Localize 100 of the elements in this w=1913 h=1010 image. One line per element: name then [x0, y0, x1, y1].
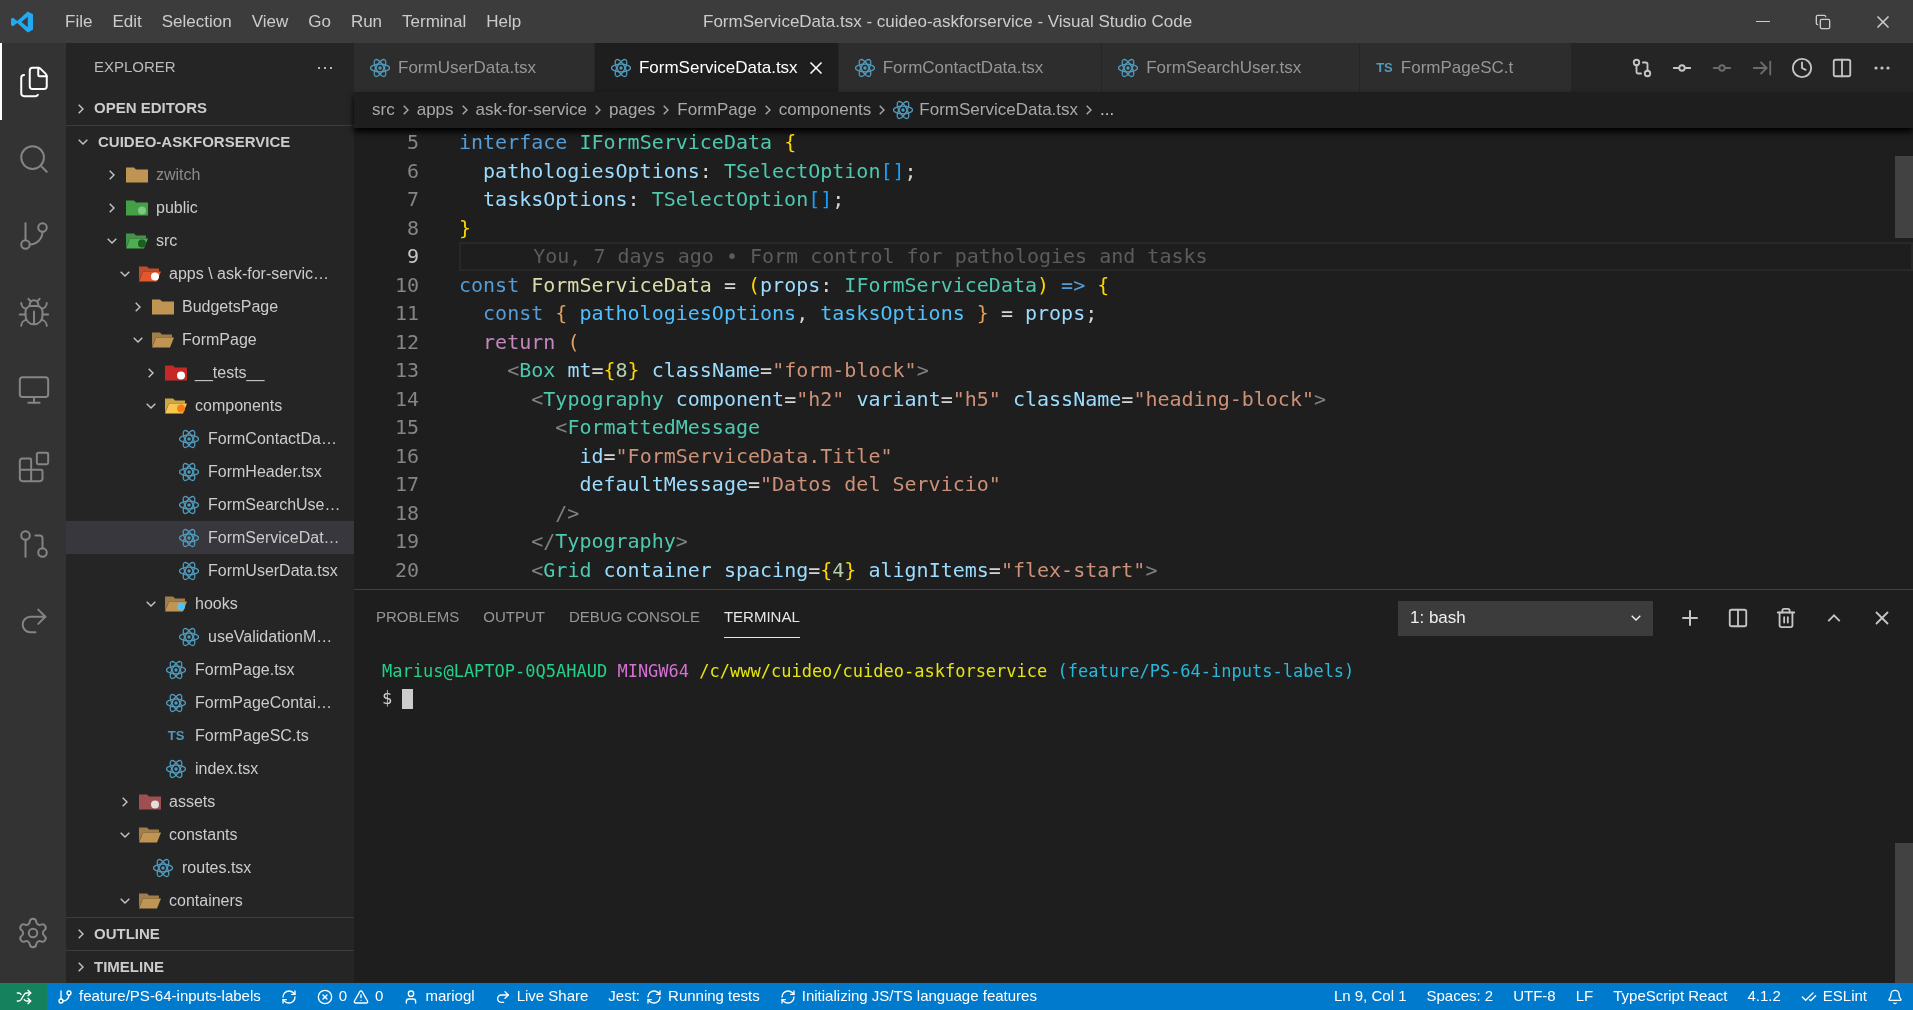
file-row[interactable]: useValidationM… [66, 620, 354, 653]
status-item[interactable]: LF [1565, 983, 1604, 1010]
status-item[interactable]: UTF-8 [1503, 983, 1566, 1010]
run-debug-icon [17, 295, 51, 330]
file-row[interactable]: FormUserData.tsx [66, 554, 354, 587]
menu-item[interactable]: Edit [102, 8, 152, 35]
file-row[interactable]: FormSearchUse… [66, 488, 354, 521]
files-icon [17, 64, 51, 99]
editor-tab[interactable]: FormServiceData.tsx [594, 43, 839, 92]
sync-icon [280, 988, 297, 1005]
chevron-right-icon [78, 103, 84, 114]
file-row[interactable]: FormHeader.tsx [66, 455, 354, 488]
section-header[interactable]: OUTLINE [66, 917, 354, 950]
menu-item[interactable]: Help [476, 8, 532, 35]
file-row[interactable]: routes.tsx [66, 851, 354, 884]
spinner-icon [646, 988, 663, 1005]
breadcrumb-item[interactable]: FormPage [677, 97, 757, 123]
code-line: <FormattedMessage [554, 414, 762, 442]
breadcrumb-item[interactable]: ask-for-service [475, 97, 587, 123]
line-number: 5 [405, 129, 419, 157]
terminal-select[interactable]: 1: bash [1398, 600, 1653, 636]
file-row[interactable]: TS FormPageSC.ts [66, 719, 354, 752]
folder-row[interactable]: components [66, 389, 354, 422]
breadcrumb-item[interactable]: FormServiceData.tsx [893, 97, 1079, 123]
folder-row[interactable]: public [66, 191, 354, 224]
progress-status[interactable]: Initializing JS/TS language features [769, 983, 1047, 1010]
section-header[interactable]: CUIDEO-ASKFORSERVICE [66, 125, 354, 158]
status-item[interactable]: 4.1.2 [1737, 983, 1791, 1010]
share-arrow-icon [494, 988, 511, 1005]
file-row[interactable]: FormServiceDat… [66, 521, 354, 554]
menu-item[interactable]: View [241, 8, 299, 35]
folder-row[interactable]: BudgetsPage [66, 290, 354, 323]
sidebar-title: EXPLORER [94, 57, 176, 78]
item-label: zwitch [156, 164, 201, 185]
file-row[interactable]: FormPageContai… [66, 686, 354, 719]
user-name: mariogl [425, 986, 475, 1007]
folder-row[interactable]: hooks [66, 587, 354, 620]
editor-tab[interactable]: FormUserData.tsx [354, 43, 595, 92]
editor-tab[interactable]: FormContactData.tsx [838, 43, 1103, 92]
status-item[interactable]: Spaces: 2 [1416, 983, 1504, 1010]
line-number: 15 [393, 414, 419, 442]
folder-row[interactable]: assets [66, 785, 354, 818]
panel-tab[interactable]: DEBUG CONSOLE [569, 598, 700, 638]
menu-item[interactable]: Go [298, 8, 341, 35]
folder-row[interactable]: constants [66, 818, 354, 851]
code-line: </Typography> [530, 528, 689, 556]
menu-item[interactable]: File [55, 8, 103, 35]
live-share-button[interactable]: Live Share [484, 983, 599, 1010]
item-label: BudgetsPage [182, 296, 279, 317]
file-row[interactable]: FormPage.tsx [66, 653, 354, 686]
chevron-down-icon [120, 270, 130, 277]
chevron-right-icon [879, 105, 886, 115]
folder-row[interactable]: src [66, 224, 354, 257]
jest-status[interactable]: Jest: Running tests [598, 983, 770, 1010]
line-number: 13 [393, 357, 419, 385]
live-share-label: Live Share [516, 986, 589, 1007]
bell-icon [1887, 988, 1903, 1005]
status-item[interactable]: TypeScript React [1603, 983, 1738, 1010]
branch-button[interactable]: feature/PS-64-inputs-labels [47, 983, 271, 1010]
folder-row[interactable]: containers [66, 884, 354, 917]
remote-button[interactable] [0, 983, 47, 1010]
eslint-button[interactable]: ESLint [1790, 983, 1877, 1010]
editor-tab[interactable]: TS FormPageSC.t [1360, 43, 1573, 92]
open-folder-icon [165, 397, 187, 414]
breadcrumb-item[interactable]: pages [609, 97, 656, 123]
breadcrumb-item[interactable]: src [372, 97, 395, 123]
item-label: FormPage [182, 329, 257, 350]
chevron-right-icon [78, 962, 84, 972]
status-item[interactable]: Ln 9, Col 1 [1323, 983, 1417, 1010]
breadcrumb-item[interactable]: apps [416, 97, 454, 123]
folder-row[interactable]: apps \ ask-for-servic… [66, 257, 354, 290]
user-button[interactable]: mariogl [393, 983, 485, 1010]
panel-tab[interactable]: TERMINAL [723, 598, 800, 638]
folder-row[interactable]: FormPage [66, 323, 354, 356]
scrollbar-thumb[interactable] [1895, 156, 1913, 238]
menu-item[interactable]: Run [340, 8, 393, 35]
panel-tab[interactable]: OUTPUT [483, 598, 546, 638]
editor-tab[interactable]: FormSearchUser.tsx [1102, 43, 1361, 92]
warning-icon [353, 988, 370, 1005]
more-actions-button[interactable]: ··· [316, 54, 334, 81]
react-icon [166, 758, 186, 779]
folder-row[interactable]: __tests__ [66, 356, 354, 389]
chevron-right-icon [135, 301, 141, 312]
open-folder-icon [139, 265, 161, 282]
file-row[interactable]: FormContactDa… [66, 422, 354, 455]
scrollbar-thumb[interactable] [1895, 843, 1913, 983]
menu-item[interactable]: Terminal [392, 8, 477, 35]
problems-button[interactable]: 0 0 [306, 983, 394, 1010]
breadcrumb-item[interactable]: ... [1100, 97, 1115, 123]
file-row[interactable]: index.tsx [66, 752, 354, 785]
open-folder-icon [139, 826, 161, 843]
panel-tab[interactable]: PROBLEMS [376, 598, 460, 638]
section-header[interactable]: OPEN EDITORS [66, 92, 354, 125]
line-number: 10 [393, 271, 419, 299]
breadcrumb-item[interactable]: components [778, 97, 872, 123]
item-label: apps \ ask-for-servic… [169, 263, 330, 284]
chevron-right-icon [663, 105, 670, 115]
code-line: <Grid container spacing={4} alignItems="flex-start"> [530, 556, 1159, 584]
menu-item[interactable]: Selection [151, 8, 242, 35]
folder-row[interactable]: zwitch [66, 158, 354, 191]
